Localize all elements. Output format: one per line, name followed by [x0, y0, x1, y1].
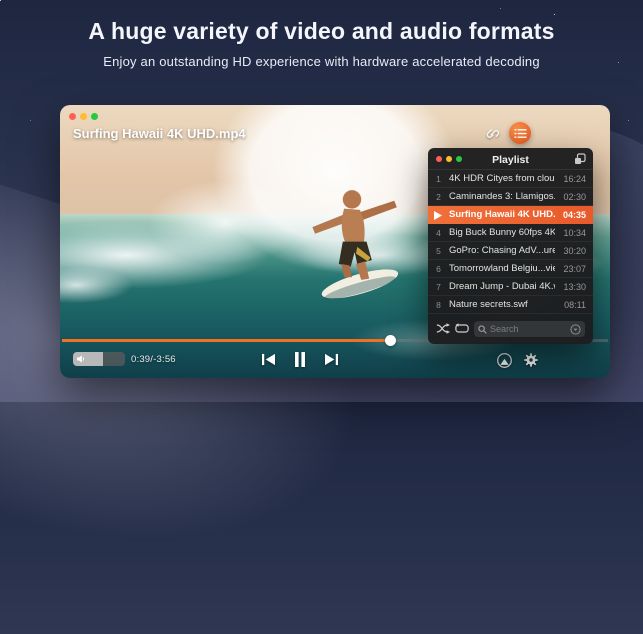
shuffle-icon — [436, 323, 450, 334]
video-frame-surfer — [286, 176, 418, 313]
playlist-item[interactable]: 5 GoPro: Chasing AdV...ure 4K.mp4 30:20 — [428, 242, 593, 260]
playlist-item-number: 5 — [432, 242, 445, 260]
playlist-item[interactable]: 6 Tomorrowland Belgiu...vie 4K.mkv 23:07 — [428, 260, 593, 278]
shuffle-button[interactable] — [436, 323, 450, 335]
pop-out-icon[interactable] — [574, 153, 586, 165]
airplay-icon — [496, 352, 513, 369]
playlist-item-name: Surfing Hawaii 4K UHD.mp4 — [449, 206, 555, 224]
playing-icon — [434, 211, 442, 220]
search-filter-icon[interactable] — [570, 324, 581, 335]
playlist-menu-icon — [514, 128, 527, 139]
playlist-item-number: 4 — [432, 224, 445, 242]
progress-fill — [62, 339, 390, 342]
playlist-item-name: Nature secrets.swf — [449, 296, 555, 314]
playlist-item[interactable]: 3 Surfing Hawaii 4K UHD.mp4 04:35 — [428, 206, 593, 224]
playlist-toggle-button[interactable] — [509, 122, 531, 144]
playlist-item[interactable]: 7 Dream Jump - Dubai 4K.wmv 13:30 — [428, 278, 593, 296]
playlist-toolbar: Search — [428, 314, 593, 344]
hero-subtitle: Enjoy an outstanding HD experience with … — [0, 54, 643, 69]
link-icon[interactable] — [484, 125, 501, 142]
gear-icon — [523, 352, 539, 368]
playlist-item[interactable]: 1 4K HDR Cityes from clouds.avi 16:24 — [428, 170, 593, 188]
pause-button[interactable] — [291, 350, 309, 368]
playlist-title: Playlist — [428, 154, 593, 166]
playlist-item-duration: 02:30 — [563, 188, 586, 206]
playhead[interactable] — [385, 335, 396, 346]
playlist-item[interactable]: 8 Nature secrets.swf 08:11 — [428, 296, 593, 314]
close-button[interactable] — [69, 113, 76, 120]
time-display: 0:39/-3:56 — [131, 354, 176, 365]
player-traffic-lights — [69, 113, 98, 120]
hero-title: A huge variety of video and audio format… — [0, 18, 643, 45]
playlist-item-name: Big Buck Bunny 60fps 4K.mkv — [449, 224, 555, 242]
playlist-titlebar: Playlist — [428, 148, 593, 170]
volume-slider[interactable] — [73, 352, 125, 366]
next-button[interactable] — [322, 350, 340, 368]
playlist-item-duration: 04:35 — [563, 206, 586, 224]
search-placeholder: Search — [490, 324, 570, 334]
search-icon — [478, 325, 487, 334]
playlist-item-duration: 23:07 — [563, 260, 586, 278]
playlist-item[interactable]: 4 Big Buck Bunny 60fps 4K.mkv 10:34 — [428, 224, 593, 242]
minimize-button[interactable] — [80, 113, 87, 120]
playlist-item-duration: 08:11 — [564, 296, 586, 314]
player-window-title: Surfing Hawaii 4K UHD.mp4 — [73, 126, 246, 141]
playlist-item[interactable]: 2 Caminandes 3: Llamigos.mov 02:30 — [428, 188, 593, 206]
playlist-rows: 1 4K HDR Cityes from clouds.avi 16:24 2 … — [428, 170, 593, 314]
playlist-item-number: 8 — [432, 296, 445, 314]
playlist-item-number: 6 — [432, 260, 445, 278]
repeat-button[interactable] — [455, 323, 469, 335]
playlist-search-field[interactable]: Search — [474, 321, 585, 337]
previous-button[interactable] — [259, 350, 277, 368]
playlist-window: Playlist 1 4K HDR Cityes from clouds.avi… — [428, 148, 593, 344]
playlist-item-duration: 16:24 — [563, 170, 586, 188]
wallpaper-stars — [0, 0, 1, 1]
playlist-item-duration: 10:34 — [563, 224, 586, 242]
speaker-icon — [77, 355, 86, 363]
hero: A huge variety of video and audio format… — [0, 18, 643, 69]
playlist-item-duration: 13:30 — [563, 278, 586, 296]
playlist-item-name: Caminandes 3: Llamigos.mov — [449, 188, 555, 206]
playlist-item-number: 1 — [432, 170, 445, 188]
playlist-item-name: Tomorrowland Belgiu...vie 4K.mkv — [449, 260, 555, 278]
settings-button[interactable] — [522, 351, 540, 369]
playlist-item-duration: 30:20 — [563, 242, 586, 260]
repeat-icon — [455, 323, 469, 334]
playlist-item-number: 2 — [432, 188, 445, 206]
playlist-item-name: GoPro: Chasing AdV...ure 4K.mp4 — [449, 242, 555, 260]
zoom-button[interactable] — [91, 113, 98, 120]
playlist-item-name: Dream Jump - Dubai 4K.wmv — [449, 278, 555, 296]
stream-button[interactable] — [495, 351, 513, 369]
playlist-item-number: 7 — [432, 278, 445, 296]
playlist-item-name: 4K HDR Cityes from clouds.avi — [449, 170, 555, 188]
